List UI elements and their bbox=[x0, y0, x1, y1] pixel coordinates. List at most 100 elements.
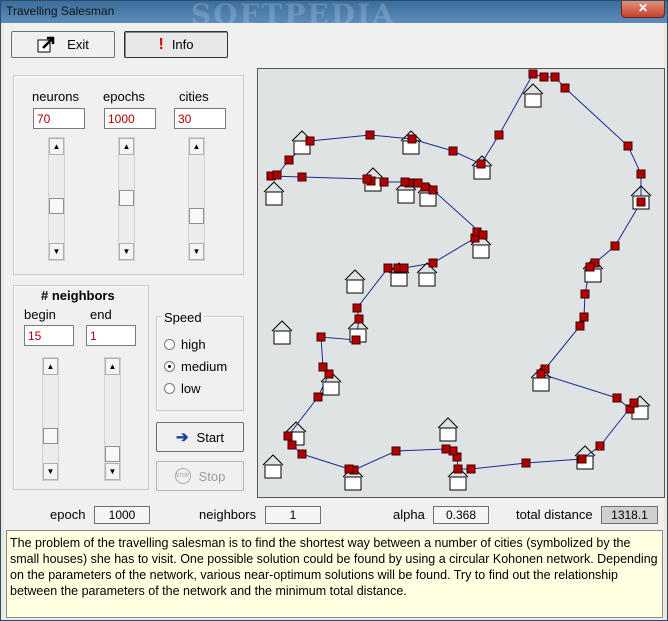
tour-map[interactable] bbox=[257, 68, 665, 498]
description-text: The problem of the travelling salesman i… bbox=[6, 530, 663, 618]
start-arrow-icon: ➔ bbox=[175, 429, 189, 446]
neuron-marker bbox=[400, 177, 410, 187]
scroll-down-icon[interactable]: ▼ bbox=[119, 243, 134, 260]
scroll-down-icon[interactable]: ▼ bbox=[43, 463, 58, 480]
scroll-down-icon[interactable]: ▼ bbox=[105, 463, 120, 480]
speed-low-radio[interactable]: low bbox=[164, 381, 201, 396]
neurons-slider-thumb[interactable] bbox=[49, 198, 64, 214]
neuron-marker bbox=[428, 258, 438, 268]
neuron-marker bbox=[354, 314, 364, 324]
city-house-icon bbox=[437, 417, 459, 442]
neuron-marker bbox=[413, 178, 423, 188]
epoch-value: 1000 bbox=[94, 506, 150, 524]
radio-indicator bbox=[164, 361, 175, 372]
neuron-marker bbox=[283, 431, 293, 441]
neuron-marker bbox=[612, 393, 622, 403]
neuron-marker bbox=[287, 440, 297, 450]
end-slider[interactable]: ▲ ▼ bbox=[104, 357, 121, 481]
speed-low-label: low bbox=[181, 381, 201, 396]
info-label: Info bbox=[171, 37, 194, 52]
neuron-marker bbox=[550, 72, 560, 82]
neuron-marker bbox=[448, 146, 458, 156]
radio-indicator bbox=[164, 339, 175, 350]
scroll-up-icon[interactable]: ▲ bbox=[119, 138, 134, 155]
scroll-down-icon[interactable]: ▼ bbox=[49, 243, 64, 260]
city-house-icon bbox=[344, 269, 366, 294]
end-slider-thumb[interactable] bbox=[105, 446, 120, 462]
begin-slider-thumb[interactable] bbox=[43, 428, 58, 444]
neuron-marker bbox=[494, 130, 504, 140]
info-icon: ! bbox=[158, 35, 164, 53]
epochs-input[interactable]: 1000 bbox=[104, 108, 156, 129]
speed-medium-radio[interactable]: medium bbox=[164, 359, 227, 374]
info-button[interactable]: ! Info bbox=[124, 31, 228, 58]
neuron-marker bbox=[575, 321, 585, 331]
total-distance-value: 1318.1 bbox=[601, 506, 658, 524]
exit-button[interactable]: Exit bbox=[11, 31, 115, 58]
end-label: end bbox=[90, 307, 112, 322]
neurons-input[interactable]: 70 bbox=[33, 108, 85, 129]
neuron-marker bbox=[577, 454, 587, 464]
city-house-icon bbox=[262, 454, 284, 479]
neighbors-title: # neighbors bbox=[38, 288, 118, 303]
neuron-marker bbox=[610, 241, 620, 251]
neuron-marker bbox=[580, 289, 590, 299]
neuron-marker bbox=[636, 169, 646, 179]
neuron-marker bbox=[391, 446, 401, 456]
scroll-down-icon[interactable]: ▼ bbox=[189, 243, 204, 260]
tour-map-canvas bbox=[262, 69, 652, 491]
neuron-marker bbox=[539, 72, 549, 82]
neuron-marker bbox=[351, 335, 361, 345]
neuron-marker bbox=[316, 332, 326, 342]
neurons-slider[interactable]: ▲ ▼ bbox=[48, 137, 65, 261]
neuron-marker bbox=[428, 185, 438, 195]
begin-input[interactable]: 15 bbox=[24, 325, 74, 346]
start-button[interactable]: ➔ Start bbox=[156, 422, 244, 452]
cities-slider[interactable]: ▲ ▼ bbox=[188, 137, 205, 261]
neuron-marker bbox=[629, 398, 639, 408]
client-area: Exit ! Info neurons epochs cities 70 100… bbox=[4, 23, 665, 619]
speed-high-radio[interactable]: high bbox=[164, 337, 206, 352]
exit-icon bbox=[37, 36, 55, 52]
stop-button[interactable]: STOP Stop bbox=[156, 461, 244, 491]
cities-label: cities bbox=[179, 89, 209, 104]
exit-label: Exit bbox=[67, 37, 89, 52]
neurons-label: neurons bbox=[32, 89, 79, 104]
alpha-value: 0.368 bbox=[433, 506, 489, 524]
total-distance-label: total distance bbox=[516, 507, 593, 522]
neuron-marker bbox=[579, 312, 589, 322]
neuron-marker bbox=[318, 362, 328, 372]
neuron-marker bbox=[585, 262, 595, 272]
epochs-slider-thumb[interactable] bbox=[119, 190, 134, 206]
stop-sign-icon: STOP bbox=[174, 468, 191, 484]
alpha-label: alpha bbox=[393, 507, 425, 522]
speed-high-label: high bbox=[181, 337, 206, 352]
scroll-up-icon[interactable]: ▲ bbox=[189, 138, 204, 155]
neuron-marker bbox=[536, 369, 546, 379]
scroll-up-icon[interactable]: ▲ bbox=[49, 138, 64, 155]
neuron-marker bbox=[297, 172, 307, 182]
end-input[interactable]: 1 bbox=[86, 325, 136, 346]
neuron-marker bbox=[313, 392, 323, 402]
cities-slider-thumb[interactable] bbox=[189, 208, 204, 224]
neuron-marker bbox=[344, 464, 354, 474]
neuron-marker bbox=[466, 464, 476, 474]
epochs-slider[interactable]: ▲ ▼ bbox=[118, 137, 135, 261]
neuron-marker bbox=[623, 141, 633, 151]
neighbors-status-value: 1 bbox=[265, 506, 321, 524]
start-label: Start bbox=[196, 429, 225, 445]
city-house-icon bbox=[263, 181, 285, 206]
neuron-marker bbox=[362, 174, 372, 184]
radio-indicator bbox=[164, 383, 175, 394]
neuron-marker bbox=[365, 130, 375, 140]
neuron-marker bbox=[379, 177, 389, 187]
scroll-up-icon[interactable]: ▲ bbox=[43, 358, 58, 375]
begin-label: begin bbox=[24, 307, 56, 322]
close-button[interactable]: ✕ bbox=[621, 1, 665, 18]
title-bar[interactable]: Travelling Salesman SOFTPEDIA ✕ bbox=[1, 0, 667, 31]
cities-input[interactable]: 30 bbox=[174, 108, 226, 129]
speed-medium-label: medium bbox=[181, 359, 228, 374]
scroll-up-icon[interactable]: ▲ bbox=[105, 358, 120, 375]
neuron-marker bbox=[476, 159, 486, 169]
begin-slider[interactable]: ▲ ▼ bbox=[42, 357, 59, 481]
